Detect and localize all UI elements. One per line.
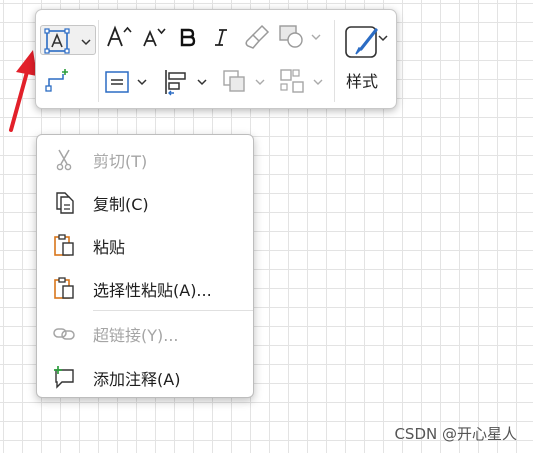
- grow-font-icon: [107, 25, 132, 47]
- align-objects-icon: [165, 70, 186, 96]
- italic-button[interactable]: [208, 22, 234, 52]
- menu-item-paste-special[interactable]: 选择性粘贴(A)...: [37, 266, 253, 306]
- menu-item-add-comment[interactable]: 添加注释(A): [37, 355, 253, 395]
- menu-item-label: 选择性粘贴(A)...: [93, 281, 212, 300]
- chevron-down-icon[interactable]: [80, 37, 92, 47]
- format-painter-button: [242, 22, 270, 52]
- menu-item-label: 粘贴: [93, 238, 126, 257]
- menu-item-label: 添加注释(A): [93, 370, 181, 389]
- add-comment-icon: [54, 366, 74, 389]
- chevron-down-icon: [255, 79, 265, 85]
- link-icon: [53, 328, 75, 340]
- shape-fill-button: [276, 22, 324, 52]
- text-box-button[interactable]: [40, 25, 96, 55]
- align-text-icon: [105, 71, 129, 93]
- arrange-icon: [223, 70, 245, 92]
- toolbar-separator: [334, 20, 335, 102]
- chevron-down-icon: [313, 79, 323, 85]
- menu-item-label: 超链接(Y)...: [93, 326, 179, 345]
- format-painter-icon: [245, 24, 270, 49]
- grow-font-button[interactable]: [104, 22, 134, 52]
- copy-icon: [56, 192, 74, 214]
- mini-toolbar: 样式: [35, 9, 397, 109]
- shape-style-icon: [345, 26, 388, 58]
- group-icon: [280, 69, 304, 93]
- shrink-font-button[interactable]: [138, 22, 168, 52]
- chevron-down-icon: [311, 34, 321, 40]
- shape-fill-icon: [279, 25, 303, 48]
- chevron-down-icon[interactable]: [196, 77, 208, 87]
- menu-item-copy[interactable]: 复制(C): [37, 180, 253, 220]
- text-box-icon: [44, 28, 70, 54]
- group-button: [278, 67, 326, 97]
- style-label: 样式: [346, 72, 379, 91]
- italic-icon: [215, 29, 227, 46]
- connector-button[interactable]: [44, 66, 72, 94]
- menu-item-paste[interactable]: 粘贴: [37, 223, 253, 263]
- menu-item-hyperlink[interactable]: 超链接(Y)...: [37, 311, 253, 351]
- watermark: CSDN @开心星人: [394, 425, 517, 443]
- menu-item-cut[interactable]: 剪切(T): [37, 137, 253, 177]
- align-text-button[interactable]: [104, 67, 150, 97]
- paste-icon: [54, 234, 74, 256]
- arrange-button: [220, 67, 268, 97]
- bold-icon: [180, 28, 196, 47]
- paste-special-icon: [54, 277, 74, 299]
- menu-item-label: 复制(C): [93, 195, 149, 214]
- style-button[interactable]: 样式: [340, 18, 394, 104]
- context-menu: 剪切(T) 复制(C) 粘贴 选择性粘贴(A)... 超链接(Y)... 添加注…: [36, 134, 254, 398]
- chevron-down-icon[interactable]: [136, 77, 148, 87]
- toolbar-separator: [98, 20, 99, 102]
- align-objects-button[interactable]: [162, 67, 210, 97]
- scissors-icon: [56, 149, 72, 171]
- elbow-connector-icon: [45, 69, 68, 92]
- bold-button[interactable]: [174, 22, 200, 52]
- menu-item-label: 剪切(T): [93, 152, 148, 171]
- shrink-font-icon: [143, 28, 166, 47]
